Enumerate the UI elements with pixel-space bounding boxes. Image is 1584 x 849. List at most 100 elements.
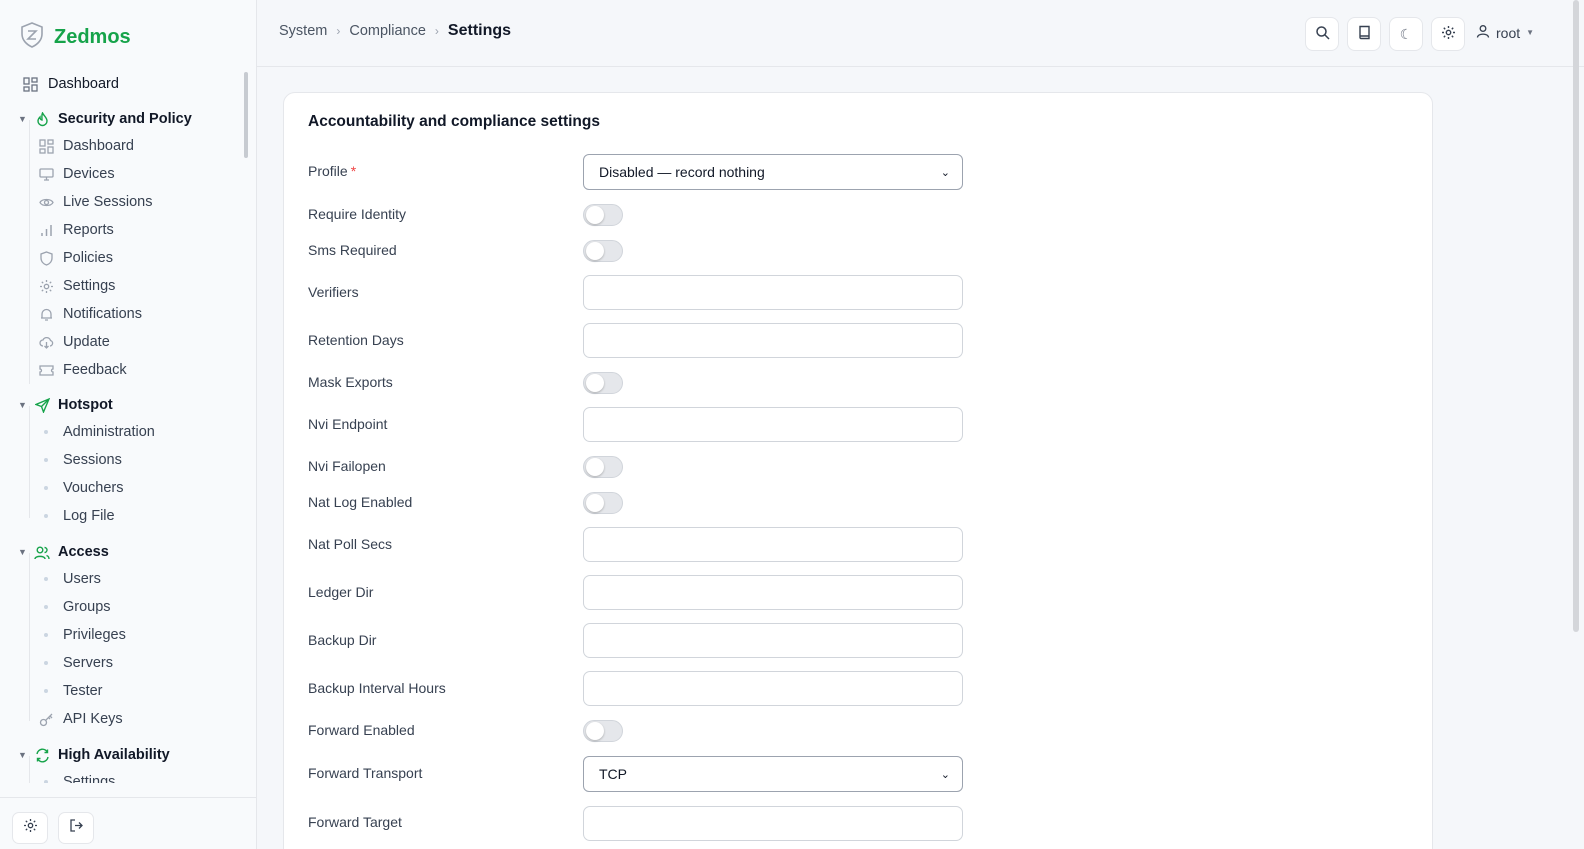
mask-exports-toggle[interactable] [583,372,623,394]
caret-down-icon: ▼ [1526,28,1535,37]
settings-button[interactable] [12,812,48,844]
sidebar-item-label: Policies [63,250,113,266]
backup-dir-input[interactable] [583,623,963,658]
field-label-nat-log-enabled: Nat Log Enabled [308,494,413,510]
require-identity-toggle[interactable] [583,204,623,226]
caret-down-icon: ▼ [18,547,27,557]
nav-group-hotspot[interactable]: ▼ Hotspot [18,391,256,419]
field-label-sms-required: Sms Required [308,242,397,258]
sidebar-item-policies[interactable]: Policies [38,244,256,272]
sidebar-item-settings[interactable]: Settings [38,272,256,300]
top-header: System › Compliance › Settings ☾ root ▼ [257,0,1584,67]
profile-select[interactable]: Disabled — record nothing ⌄ [583,154,963,190]
shield-icon [38,250,54,266]
sidebar-item-reports[interactable]: Reports [38,216,256,244]
sidebar-item-users[interactable]: Users [38,565,256,593]
caret-down-icon: ▼ [18,400,27,410]
sidebar-item-label: Users [63,571,101,587]
sidebar-item-devices[interactable]: Devices [38,160,256,188]
nav-group-label: Security and Policy [58,111,192,127]
chevron-down-icon: ⌄ [940,166,950,179]
chevron-right-icon: › [434,24,439,38]
sidebar-item-dashboard[interactable]: Dashboard [22,70,256,98]
sidebar-item-feedback[interactable]: Feedback [38,356,256,384]
breadcrumb-item[interactable]: System [279,23,327,39]
dashboard-icon [38,138,54,154]
sidebar-nav: Dashboard ▼ Security and Policy Dashboar… [0,68,256,783]
sidebar-item-label: Vouchers [63,480,124,496]
sidebar-item-notifications[interactable]: Notifications [38,300,256,328]
sidebar-item-servers[interactable]: Servers [38,649,256,677]
field-label-backup-interval-hours: Backup Interval Hours [308,680,446,696]
nvi-endpoint-input[interactable] [583,407,963,442]
search-button[interactable] [1305,17,1339,51]
card-title: Accountability and compliance settings [308,113,600,130]
book-icon [1357,25,1372,43]
sidebar-item-vouchers[interactable]: Vouchers [38,474,256,502]
brand[interactable]: Zedmos [20,22,131,53]
user-menu[interactable]: root ▼ [1476,24,1534,41]
sidebar-footer [0,797,256,849]
forward-transport-select[interactable]: TCP ⌄ [583,756,963,792]
gear-icon [38,278,54,294]
docs-button[interactable] [1347,17,1381,51]
field-label-forward-transport: Forward Transport [308,765,423,781]
gear-icon [23,818,38,838]
page-scrollbar[interactable] [1573,0,1579,632]
logout-button[interactable] [58,812,94,844]
sidebar-item-live-sessions[interactable]: Live Sessions [38,188,256,216]
sidebar-item-api-keys[interactable]: API Keys [38,705,256,733]
nav-group-security-and-policy[interactable]: ▼ Security and Policy [18,105,256,133]
gear-icon [1441,25,1456,43]
nav-group-label: Access [58,544,109,560]
sidebar-item-groups[interactable]: Groups [38,593,256,621]
eye-icon [38,194,54,210]
sidebar-item-ha-settings[interactable]: Settings [38,768,256,783]
nvi-failopen-toggle[interactable] [583,456,623,478]
nav-group-access[interactable]: ▼ Access [18,538,256,566]
sidebar-item-label: API Keys [63,711,123,727]
sidebar-item-sp-dashboard[interactable]: Dashboard [38,132,256,160]
verifiers-input[interactable] [583,275,963,310]
forward-enabled-toggle[interactable] [583,720,623,742]
retention-days-input[interactable] [583,323,963,358]
ledger-dir-input[interactable] [583,575,963,610]
key-icon [38,711,54,727]
field-label-require-identity: Require Identity [308,206,407,222]
forward-target-input[interactable] [583,806,963,841]
send-icon [34,397,50,413]
bell-icon [38,306,54,322]
sidebar-item-administration[interactable]: Administration [38,418,256,446]
brand-name: Zedmos [54,26,131,48]
sms-required-toggle[interactable] [583,240,623,262]
breadcrumb: System › Compliance › Settings [279,22,511,40]
sidebar-item-label: Settings [63,774,116,783]
caret-down-icon: ▼ [18,114,27,124]
nav-group-high-availability[interactable]: ▼ High Availability [18,741,256,769]
sidebar: Zedmos Dashboard ▼ Security and Policy D… [0,0,257,849]
sidebar-item-tester[interactable]: Tester [38,677,256,705]
chevron-down-icon: ⌄ [940,768,950,781]
preferences-button[interactable] [1431,17,1465,51]
user-icon [1476,24,1490,41]
sidebar-item-label: Dashboard [63,138,134,154]
ticket-icon [38,362,54,378]
field-label-profile: Profile * [308,163,357,179]
sidebar-item-privileges[interactable]: Privileges [38,621,256,649]
sidebar-item-log-file[interactable]: Log File [38,502,256,530]
sidebar-item-label: Tester [63,683,103,699]
backup-interval-hours-input[interactable] [583,671,963,706]
shield-logo-icon [20,22,44,53]
sidebar-item-sessions[interactable]: Sessions [38,446,256,474]
sidebar-item-update[interactable]: Update [38,328,256,356]
field-label-forward-enabled: Forward Enabled [308,722,415,738]
breadcrumb-item[interactable]: Compliance [349,23,426,39]
field-label-verifiers: Verifiers [308,284,359,300]
sidebar-item-label: Sessions [63,452,122,468]
field-label-retention-days: Retention Days [308,332,404,348]
theme-toggle-button[interactable]: ☾ [1389,17,1423,51]
settings-card: Accountability and compliance settings P… [283,92,1433,849]
nat-poll-secs-input[interactable] [583,527,963,562]
nat-log-enabled-toggle[interactable] [583,492,623,514]
field-label-ledger-dir: Ledger Dir [308,584,374,600]
